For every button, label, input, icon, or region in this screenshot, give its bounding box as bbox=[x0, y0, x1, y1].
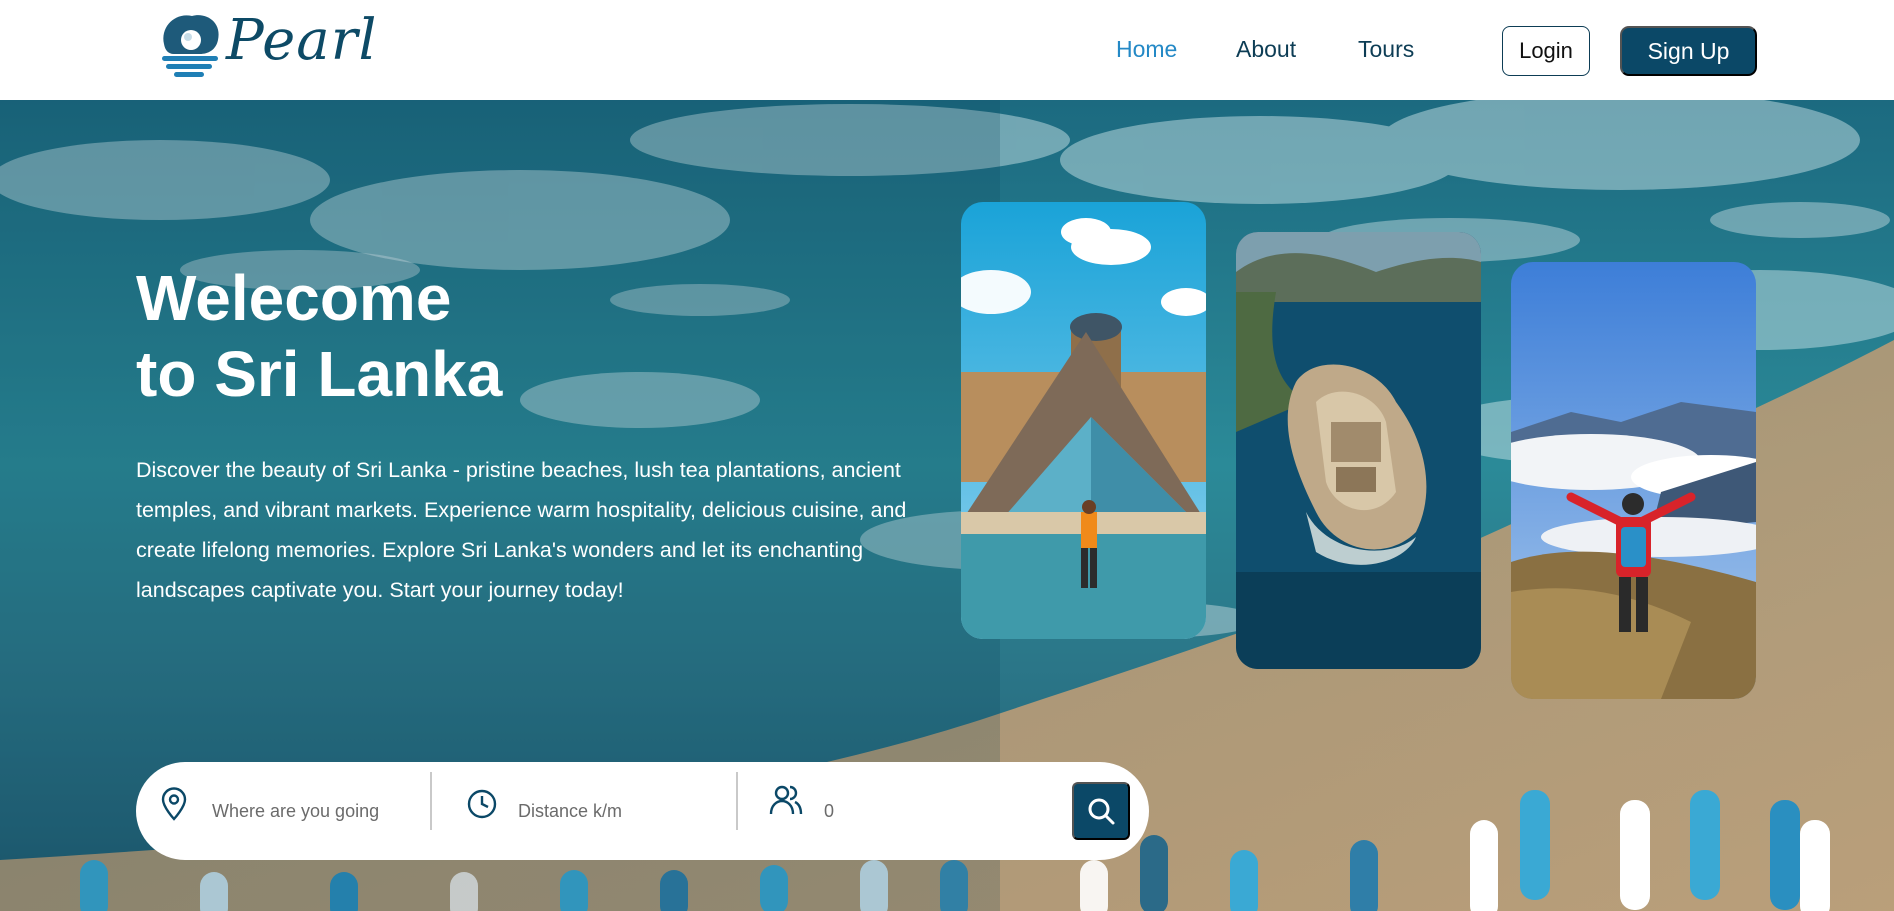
louvre-pyramid-photo bbox=[961, 202, 1206, 639]
brand-name: Pearl bbox=[226, 8, 378, 73]
search-bar: 0 bbox=[136, 762, 1149, 860]
signup-button[interactable]: Sign Up bbox=[1620, 26, 1757, 76]
hero-title-line-1: Welecome bbox=[136, 262, 452, 334]
nav-tours[interactable]: Tours bbox=[1358, 36, 1414, 63]
hero-description: Discover the beauty of Sri Lanka - prist… bbox=[136, 458, 907, 602]
brand-logo[interactable]: Pearl bbox=[156, 8, 376, 80]
nav-home[interactable]: Home bbox=[1116, 36, 1177, 63]
island-fortress-photo bbox=[1236, 232, 1481, 669]
mountain-hiker-photo bbox=[1511, 262, 1756, 699]
search-divider bbox=[430, 772, 432, 830]
hero-title-line-2: to Sri Lanka bbox=[136, 338, 503, 410]
destination-card-louvre[interactable] bbox=[961, 202, 1206, 639]
destination-card-mountain[interactable] bbox=[1511, 262, 1756, 699]
pearl-shell-icon bbox=[162, 15, 219, 77]
hero-title: Welecome to Sri Lanka bbox=[136, 260, 502, 412]
search-icon bbox=[1088, 798, 1115, 825]
hero-section: Welecome to Sri Lanka Discover the beaut… bbox=[0, 100, 1894, 911]
destination-card-fortress[interactable] bbox=[1236, 232, 1481, 669]
search-button[interactable] bbox=[1072, 782, 1130, 840]
destination-input[interactable] bbox=[212, 794, 412, 828]
guests-count[interactable]: 0 bbox=[824, 801, 834, 822]
site-header: Pearl Home About Tours Login Sign Up bbox=[0, 0, 1894, 100]
distance-input[interactable] bbox=[518, 794, 718, 828]
nav-about[interactable]: About bbox=[1236, 36, 1296, 63]
clock-icon bbox=[464, 786, 500, 822]
location-pin-icon bbox=[156, 786, 192, 822]
login-button[interactable]: Login bbox=[1502, 26, 1590, 76]
search-divider bbox=[736, 772, 738, 830]
users-icon bbox=[768, 782, 804, 818]
